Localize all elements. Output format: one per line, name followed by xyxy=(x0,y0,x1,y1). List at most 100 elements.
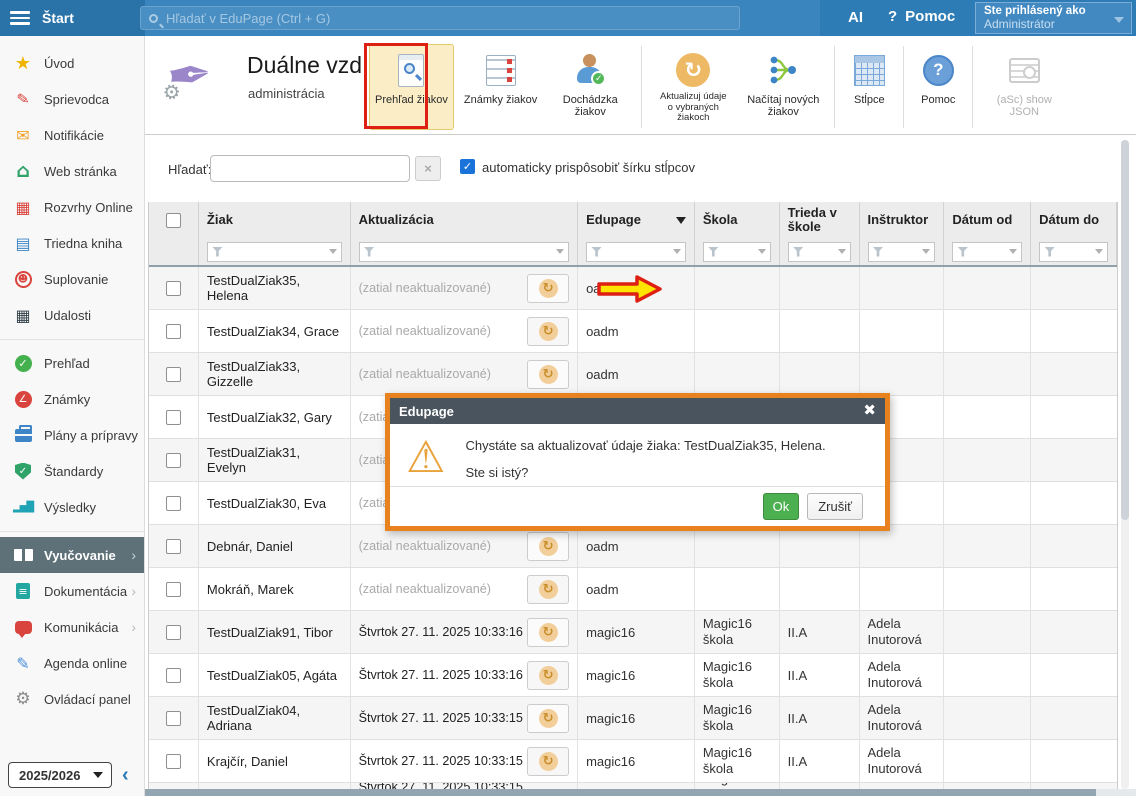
ai-button[interactable]: AI xyxy=(848,9,863,26)
refresh-icon: ↻ xyxy=(539,666,558,685)
column-filter-datum_do[interactable] xyxy=(1039,242,1108,262)
hamburger-menu-icon[interactable] xyxy=(10,11,30,25)
sidebar-item-web-stranka[interactable]: ⌂Web stránka xyxy=(0,153,144,189)
toolbar-button-dochadzka-ziakov[interactable]: ✓Dochádzka žiakov xyxy=(547,44,633,130)
column-filter-edupage[interactable] xyxy=(586,242,686,262)
row-refresh-button[interactable]: ↻ xyxy=(527,747,569,776)
row-checkbox[interactable] xyxy=(166,754,181,769)
column-header-datum_do[interactable]: Dátum do xyxy=(1031,202,1117,238)
row-refresh-button[interactable]: ↻ xyxy=(527,274,569,303)
cancel-button[interactable]: Zrušiť xyxy=(807,493,863,520)
sidebar-item-sprievodca[interactable]: ✎Sprievodca xyxy=(0,81,144,117)
close-icon: × xyxy=(424,161,432,176)
update-status-text: Štvrtok 27. 11. 2025 10:33:15 xyxy=(359,754,523,768)
sidebar-item-vysledky[interactable]: ▂▅█Výsledky xyxy=(0,489,144,525)
sidebar-item-prehlad[interactable]: ✓Prehľad xyxy=(0,345,144,381)
column-header-datum_od[interactable]: Dátum od xyxy=(944,202,1031,238)
autofit-columns-checkbox[interactable]: ✓ xyxy=(460,159,475,174)
row-refresh-button[interactable]: ↻ xyxy=(527,661,569,690)
column-filter-trieda[interactable] xyxy=(788,242,851,262)
row-refresh-button[interactable]: ↻ xyxy=(527,317,569,346)
row-checkbox[interactable] xyxy=(166,668,181,683)
table-search-input[interactable] xyxy=(210,155,410,182)
sidebar-item-rozvrhy-online[interactable]: ▦Rozvrhy Online xyxy=(0,189,144,225)
column-header-skola[interactable]: Škola xyxy=(695,202,780,238)
column-header-trieda[interactable]: Trieda v škole xyxy=(780,202,860,238)
sidebar-item-label: Vyučovanie xyxy=(44,548,116,563)
sidebar-item-plany-a-pripravy[interactable]: Plány a prípravy xyxy=(0,417,144,453)
sidebar-item-udalosti[interactable]: ▦Udalosti xyxy=(0,297,144,333)
toolbar-button-nacitaj-novych-ziakov[interactable]: Načítaj nových žiakov xyxy=(740,44,826,130)
user-role: Administrátor xyxy=(984,18,1086,31)
column-filter-aktualizacia[interactable] xyxy=(359,242,569,262)
confirm-update-dialog: Edupage ✖ ⚠ Chystáte sa aktualizovať úda… xyxy=(385,393,890,531)
user-menu[interactable]: Ste prihlásený ako Administrátor xyxy=(975,2,1132,34)
column-header-instruktor[interactable]: Inštruktor xyxy=(860,202,945,238)
update-status-text: Štvrtok 27. 11. 2025 10:33:16 xyxy=(359,625,523,639)
row-checkbox[interactable] xyxy=(166,539,181,554)
horizontal-scrollbar-thumb[interactable] xyxy=(56,789,1096,796)
row-checkbox[interactable] xyxy=(166,281,181,296)
collapse-sidebar-button[interactable]: ‹ xyxy=(122,764,129,787)
row-checkbox[interactable] xyxy=(166,453,181,468)
global-search-input[interactable]: Hľadať v EduPage (Ctrl + G) xyxy=(140,6,740,30)
select-all-checkbox[interactable] xyxy=(166,213,181,228)
help-menu-button[interactable]: ? Pomoc xyxy=(888,8,955,25)
column-filter-ziak[interactable] xyxy=(207,242,342,262)
ok-button[interactable]: Ok xyxy=(763,493,800,520)
school-year-select[interactable]: 2025/2026 xyxy=(8,762,112,788)
sidebar-item-dokumentacia[interactable]: ≡Dokumentácia› xyxy=(0,573,144,609)
row-refresh-button[interactable]: ↻ xyxy=(527,618,569,647)
row-refresh-button[interactable]: ↻ xyxy=(527,532,569,561)
shield-check-icon: ✓ xyxy=(15,463,31,480)
chevron-down-icon xyxy=(673,249,681,254)
column-header-edupage[interactable]: Edupage xyxy=(578,202,695,238)
row-checkbox[interactable] xyxy=(166,496,181,511)
toolbar-button-aktualizuj-udaje[interactable]: ↻Aktualizuj údaje o vybraných žiakoch xyxy=(650,44,736,130)
student-name: TestDualZiak91, Tibor xyxy=(207,625,333,640)
sidebar-item-uvod[interactable]: ★Úvod xyxy=(0,45,144,81)
sidebar-item-komunikacia[interactable]: Komunikácia› xyxy=(0,609,144,645)
sidebar-item-znamky[interactable]: ∠Známky xyxy=(0,381,144,417)
person-check-icon: ✓ xyxy=(574,53,606,87)
toolbar-button-pomoc[interactable]: ?Pomoc xyxy=(912,44,964,130)
column-filter-instruktor[interactable] xyxy=(868,242,936,262)
row-checkbox[interactable] xyxy=(166,367,181,382)
column-header-ziak[interactable]: Žiak xyxy=(199,202,351,238)
toolbar-button-stlpce[interactable]: Stĺpce xyxy=(843,44,895,130)
toolbar-button-znamky-ziakov[interactable]: Známky žiakov xyxy=(458,44,543,130)
vertical-scrollbar-thumb[interactable] xyxy=(1121,140,1129,520)
column-filter-skola[interactable] xyxy=(703,242,771,262)
sidebar-item-ovladaci-panel[interactable]: ⚙Ovládací panel xyxy=(0,681,144,717)
toolbar-button-asc-show-json[interactable]: (aSc) show JSON xyxy=(981,44,1067,130)
vertical-scrollbar[interactable] xyxy=(1121,140,1129,789)
horizontal-scrollbar[interactable] xyxy=(56,789,1136,796)
edupage-value: oadm xyxy=(586,281,619,296)
row-refresh-button[interactable]: ↻ xyxy=(527,575,569,604)
sidebar-item-agenda-online[interactable]: ✎Agenda online xyxy=(0,645,144,681)
row-checkbox[interactable] xyxy=(166,410,181,425)
sidebar-item-standardy[interactable]: ✓Štandardy xyxy=(0,453,144,489)
sidebar-item-suplovanie[interactable]: ☻Suplovanie xyxy=(0,261,144,297)
clear-search-button[interactable]: × xyxy=(415,156,441,181)
row-checkbox[interactable] xyxy=(166,711,181,726)
row-checkbox[interactable] xyxy=(166,582,181,597)
sidebar-menu: ★Úvod✎Sprievodca✉Notifikácie⌂Web stránka… xyxy=(0,36,144,717)
column-filter-datum_od[interactable] xyxy=(952,242,1022,262)
sidebar-item-notifikacie[interactable]: ✉Notifikácie xyxy=(0,117,144,153)
toolbar-button-prehlad-ziakov[interactable]: Prehľad žiakov xyxy=(369,44,454,130)
row-checkbox[interactable] xyxy=(166,324,181,339)
sidebar-item-vyucovanie[interactable]: Vyučovanie › xyxy=(0,537,144,573)
table-row: TestDualZiak34, Grace(zatial neaktualizo… xyxy=(149,310,1117,353)
sidebar-item-triedna-kniha[interactable]: ▤Triedna kniha xyxy=(0,225,144,261)
close-icon[interactable]: ✖ xyxy=(863,404,876,418)
columns-grid-icon xyxy=(854,55,885,86)
autofit-columns-label: automaticky prispôsobiť šírku stĺpcov xyxy=(482,160,695,175)
row-checkbox[interactable] xyxy=(166,625,181,640)
start-label[interactable]: Štart xyxy=(42,10,74,26)
row-refresh-button[interactable]: ↻ xyxy=(527,704,569,733)
row-refresh-button[interactable]: ↻ xyxy=(527,360,569,389)
column-header-aktualizacia[interactable]: Aktualizácia xyxy=(351,202,578,238)
chat-icon xyxy=(15,621,32,634)
chevron-right-icon: › xyxy=(131,547,136,563)
